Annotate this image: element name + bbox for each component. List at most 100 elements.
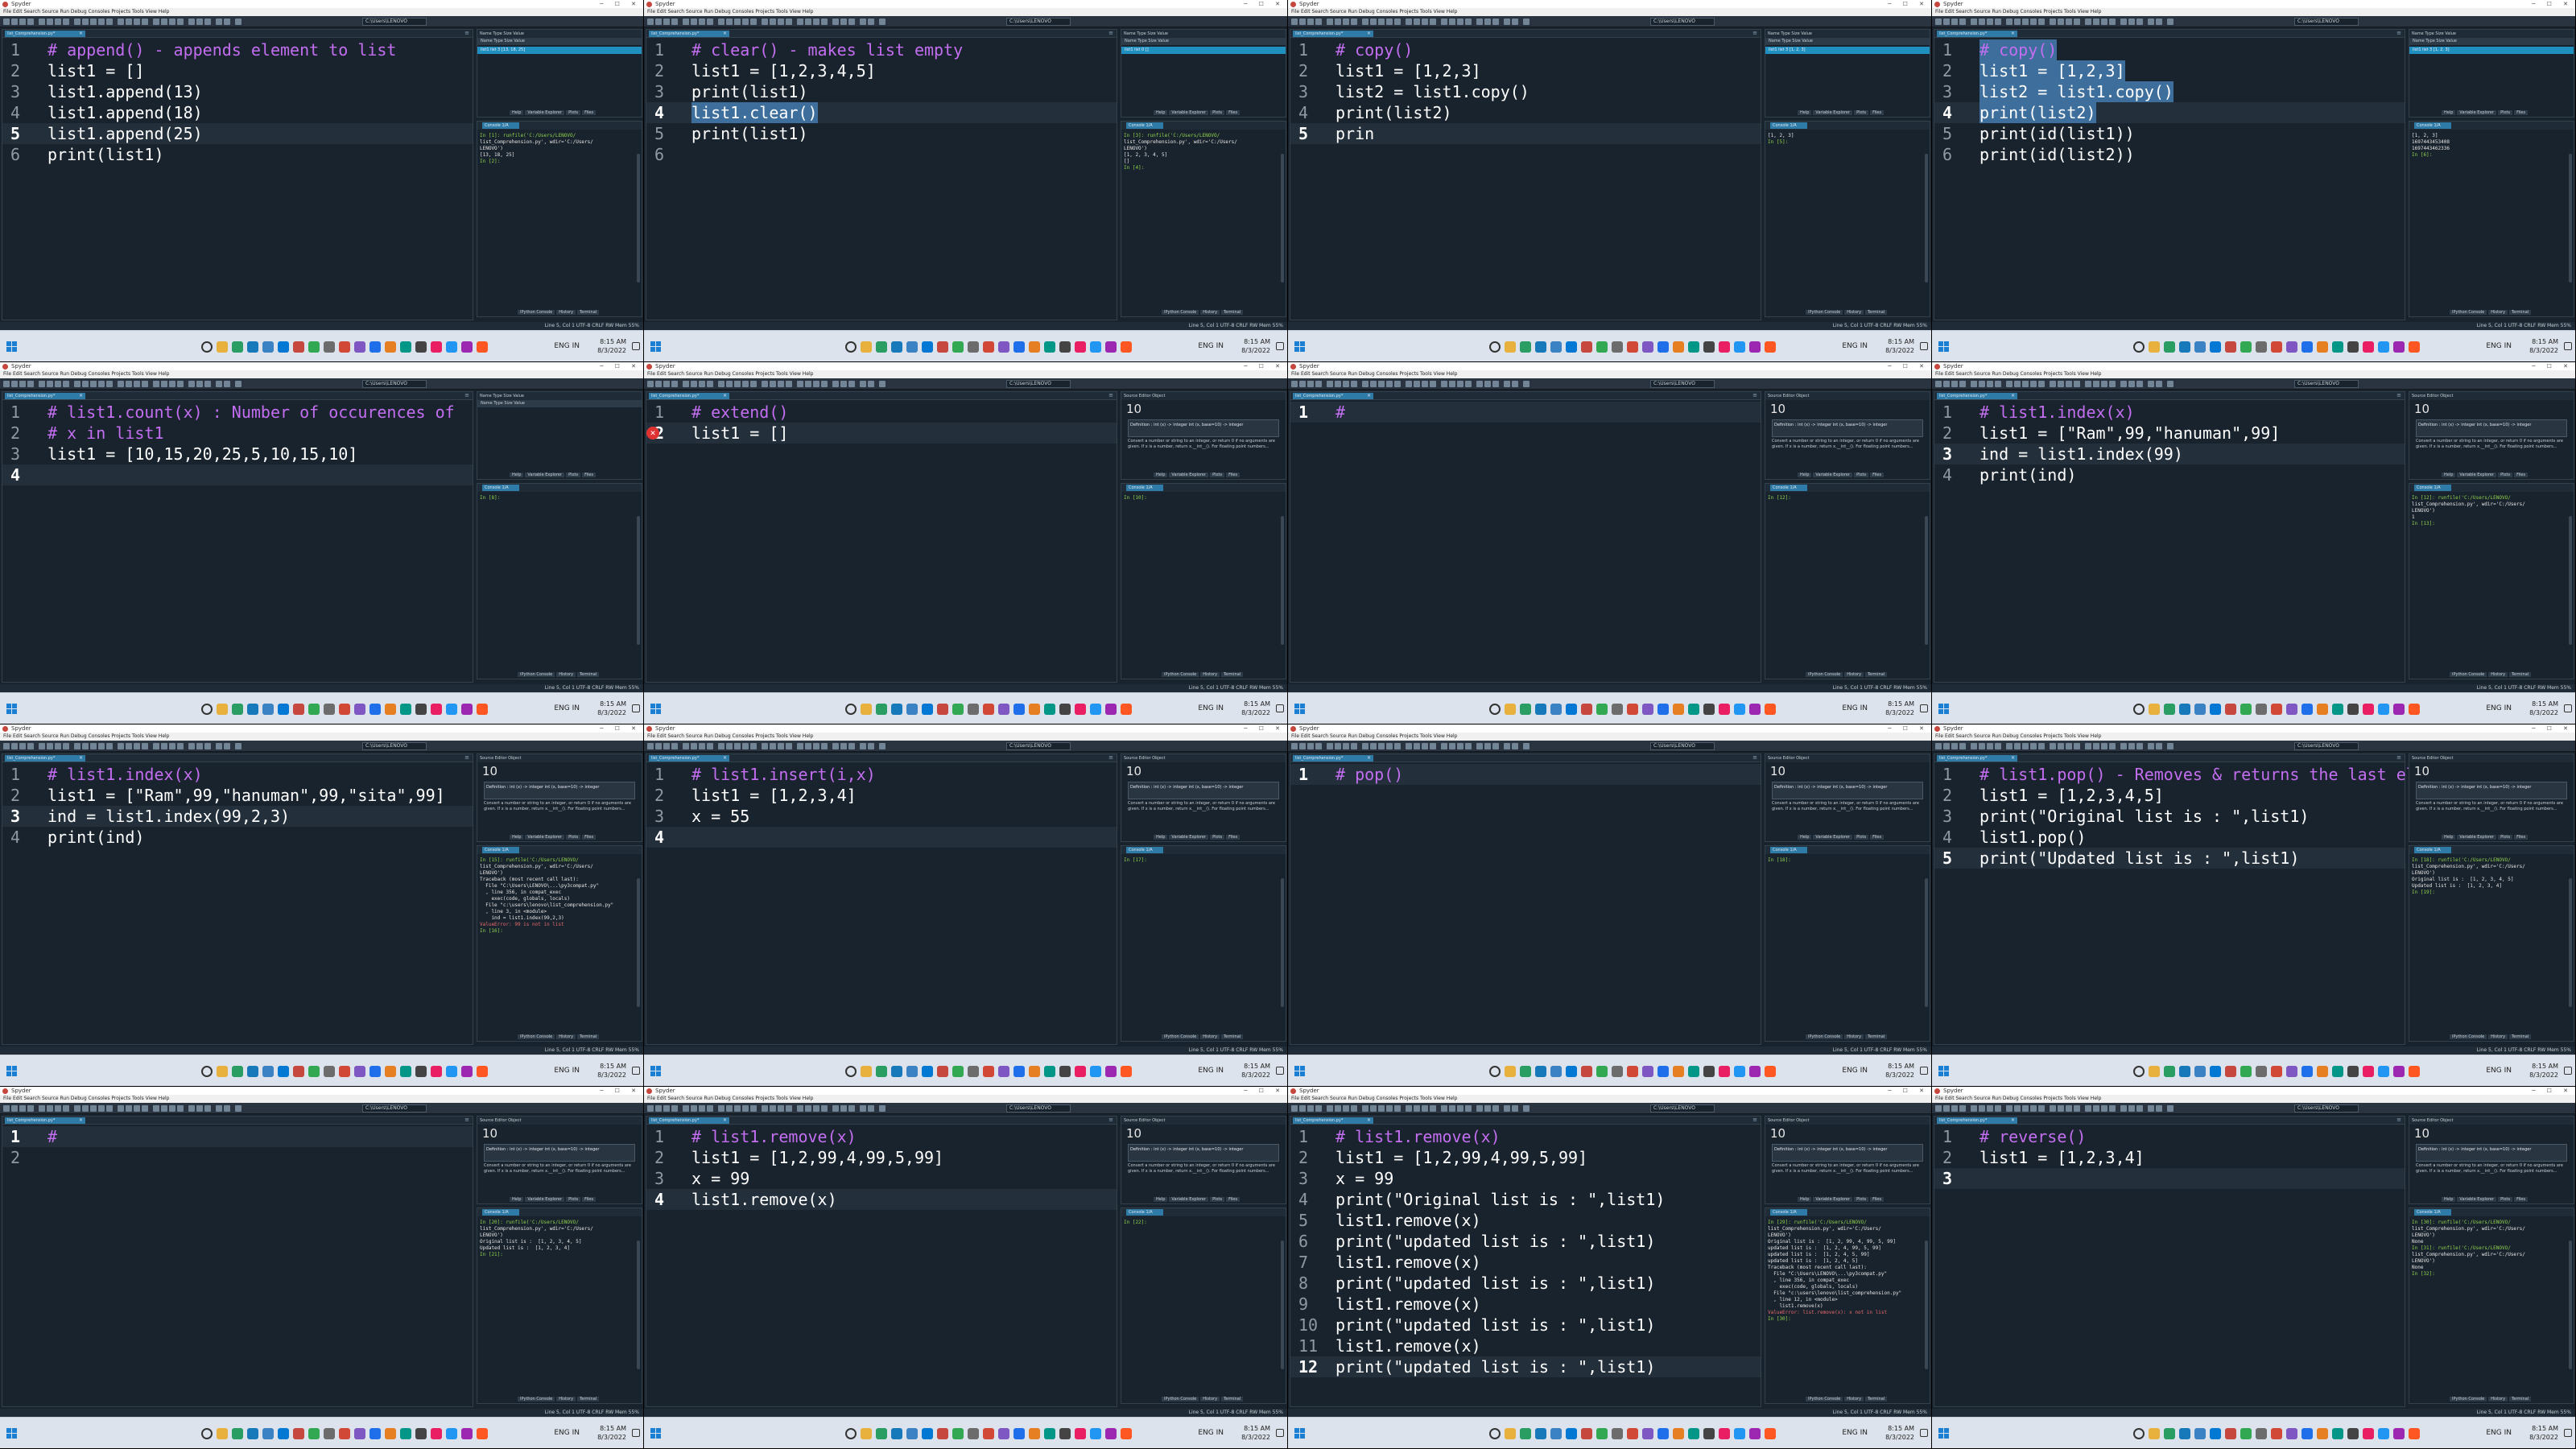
- explorer-icon[interactable]: [876, 341, 887, 353]
- notification-icon[interactable]: [1920, 1429, 1928, 1437]
- chrome-icon[interactable]: [1596, 1066, 1608, 1077]
- editor-pane[interactable]: list_Comprehension.py* × ≡ 1 # list1.count(x…: [2, 391, 473, 683]
- notification-icon[interactable]: [1276, 704, 1284, 712]
- hamburger-menu-icon[interactable]: ≡: [1108, 392, 1113, 399]
- toolbar-button-icon[interactable]: [1476, 743, 1483, 749]
- chrome-icon[interactable]: [1749, 1428, 1761, 1439]
- toolbar-button-icon[interactable]: [726, 1105, 733, 1112]
- toolbar-button-icon[interactable]: [2022, 19, 2029, 25]
- start-icon[interactable]: [983, 341, 994, 353]
- edge-icon[interactable]: [2179, 704, 2190, 715]
- hamburger-menu-icon[interactable]: ≡: [1108, 30, 1113, 37]
- toolbar-button-icon[interactable]: [98, 743, 105, 749]
- help-source-tabs[interactable]: Source Editor Object: [1765, 392, 1930, 400]
- search-icon[interactable]: [845, 704, 857, 715]
- toolbar-button-icon[interactable]: [2066, 381, 2072, 387]
- pane-tab[interactable]: Files: [2514, 1197, 2529, 1202]
- console-tab[interactable]: Console 1/A: [1126, 122, 1163, 129]
- pane-tab[interactable]: Files: [1226, 835, 1241, 840]
- toolbar-button-icon[interactable]: [663, 19, 670, 25]
- close-icon[interactable]: ×: [79, 755, 83, 762]
- toolbar-button-icon[interactable]: [2074, 1105, 2080, 1112]
- tray-language[interactable]: ENG IN: [554, 704, 580, 712]
- code-line[interactable]: 3 print("Original list is : ",list1): [1934, 806, 2405, 827]
- console-pane-tab[interactable]: Terminal: [2509, 310, 2532, 315]
- pane-tab[interactable]: Variable Explorer: [1169, 110, 1209, 115]
- start-icon[interactable]: [650, 1428, 662, 1439]
- toolbar-button-icon[interactable]: [118, 1105, 124, 1112]
- toolbar-button-icon[interactable]: [11, 743, 18, 749]
- settings-icon[interactable]: [477, 704, 488, 715]
- start-icon[interactable]: [983, 704, 994, 715]
- spyder-icon[interactable]: [2378, 341, 2389, 353]
- explorer-icon[interactable]: [232, 341, 243, 353]
- toolbar-button-icon[interactable]: [2014, 381, 2021, 387]
- settings-icon[interactable]: [2409, 1428, 2420, 1439]
- system-clock[interactable]: 8:15 AM 8/3/2022: [1885, 700, 1914, 717]
- pane-tab[interactable]: Plots: [1210, 1197, 1225, 1202]
- hamburger-menu-icon[interactable]: ≡: [464, 1117, 469, 1124]
- toolbar-button-icon[interactable]: [153, 743, 159, 749]
- editor-pane[interactable]: list_Comprehension.py* × ≡ 1 # extend() 2 ✕ lis…: [646, 391, 1117, 683]
- spyder-icon[interactable]: [2225, 704, 2236, 715]
- toolbar-button-icon[interactable]: [2030, 381, 2037, 387]
- toolbar-button-icon[interactable]: [1995, 1105, 2001, 1112]
- toolbar-button-icon[interactable]: [106, 743, 113, 749]
- toolbar-button-icon[interactable]: [805, 381, 811, 387]
- toolbar-button-icon[interactable]: [1299, 1105, 1306, 1112]
- editor-pane[interactable]: list_Comprehension.py* × ≡ 1 #: [1290, 391, 1761, 683]
- store-icon[interactable]: [262, 1066, 274, 1077]
- taskview-icon[interactable]: [217, 1428, 228, 1439]
- code-line[interactable]: 5 list1.append(25): [2, 123, 473, 144]
- toolbar-button-icon[interactable]: [707, 743, 713, 749]
- editor-file-tab[interactable]: list_Comprehension.py* ×: [5, 31, 85, 37]
- explorer-icon[interactable]: [2317, 1066, 2328, 1077]
- mail-icon[interactable]: [1719, 341, 1730, 353]
- toolbar-button-icon[interactable]: [1457, 1105, 1463, 1112]
- window-controls[interactable]: ─ ☐ ✕: [600, 362, 641, 370]
- ipython-console[interactable]: Console 1/A In [29]: runfile('C:/Users/LE…: [1765, 1208, 1930, 1404]
- toolbar-button-icon[interactable]: [699, 743, 705, 749]
- toolbar-button-icon[interactable]: [1504, 19, 1510, 25]
- edge-icon[interactable]: [247, 1428, 258, 1439]
- edge-icon[interactable]: [1535, 1428, 1546, 1439]
- hamburger-menu-icon[interactable]: ≡: [464, 30, 469, 37]
- toolbar-button-icon[interactable]: [90, 1105, 97, 1112]
- edge-icon[interactable]: [2332, 704, 2343, 715]
- toolbar-button-icon[interactable]: [707, 19, 713, 25]
- editor-pane[interactable]: list_Comprehension.py* × ≡ 1 # clear() - mak…: [646, 29, 1117, 320]
- start-icon[interactable]: [2271, 1428, 2282, 1439]
- settings-icon[interactable]: [2409, 704, 2420, 715]
- toolbar-button-icon[interactable]: [778, 743, 784, 749]
- tray-language[interactable]: ENG IN: [2486, 342, 2512, 350]
- variable-row[interactable]: list1 list 3 [13, 18, 25]: [477, 47, 642, 54]
- console-scrollbar[interactable]: [1281, 516, 1284, 645]
- spyder-icon[interactable]: [1734, 1066, 1745, 1077]
- toolbar-button-icon[interactable]: [1959, 1105, 1966, 1112]
- toolbar-button-icon[interactable]: [2093, 743, 2099, 749]
- console-pane-tab[interactable]: IPython Console: [2450, 1034, 2487, 1039]
- working-directory-field[interactable]: C:\Users\LENOVO: [1006, 1104, 1071, 1113]
- code-line[interactable]: 1 # reverse(): [1934, 1126, 2405, 1147]
- chrome-icon[interactable]: [952, 1428, 964, 1439]
- toolbar-button-icon[interactable]: [1492, 19, 1499, 25]
- system-clock[interactable]: 8:15 AM 8/3/2022: [2529, 337, 2558, 355]
- toolbar-button-icon[interactable]: [2128, 19, 2135, 25]
- toolbar-button-icon[interactable]: [1951, 1105, 1958, 1112]
- window-controls[interactable]: ─ ☐ ✕: [1888, 724, 1929, 733]
- toolbar-button-icon[interactable]: [153, 381, 159, 387]
- working-directory-field[interactable]: C:\Users\LENOVO: [1650, 380, 1715, 388]
- edge-icon[interactable]: [891, 704, 902, 715]
- start-icon[interactable]: [1938, 1066, 1950, 1077]
- pane-tab[interactable]: Help: [2442, 1197, 2456, 1202]
- store-icon[interactable]: [2347, 341, 2359, 353]
- close-icon[interactable]: ×: [79, 393, 83, 399]
- console-pane-tab[interactable]: IPython Console: [518, 672, 555, 677]
- edge-icon[interactable]: [247, 1066, 258, 1077]
- search-icon[interactable]: [201, 341, 213, 353]
- toolbar-button-icon[interactable]: [118, 19, 124, 25]
- console-pane-tab[interactable]: IPython Console: [1806, 672, 1843, 677]
- ipython-console[interactable]: Console 1/A [1, 2, 3] In [5]: IPython Conso…: [1765, 121, 1930, 317]
- toolbar-button-icon[interactable]: [699, 1105, 705, 1112]
- pane-tab[interactable]: Help: [1154, 835, 1168, 840]
